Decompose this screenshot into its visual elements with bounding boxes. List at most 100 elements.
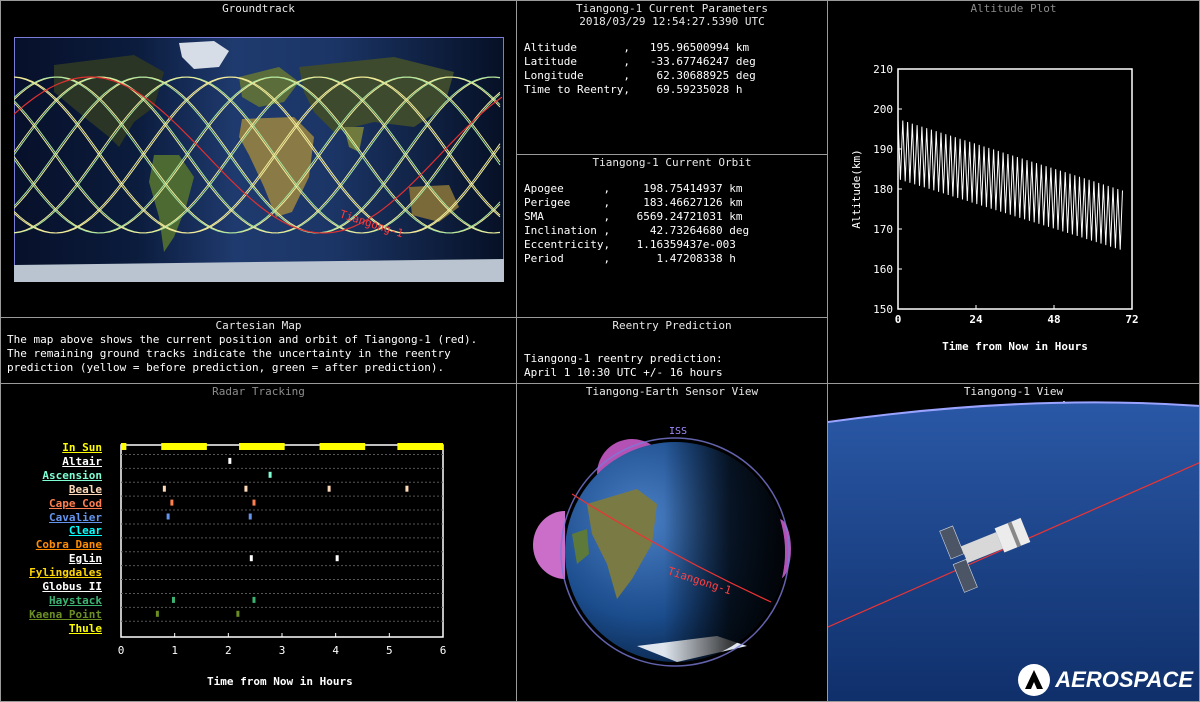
parameter-row: Time to Reentry, 69.59235028 h: [524, 83, 756, 97]
in-sun-bar: [161, 443, 207, 450]
aerospace-logo-text: AEROSPACE: [1055, 667, 1193, 692]
pass-marker: [335, 555, 339, 562]
night-side: [565, 442, 785, 662]
iss-label: ISS: [669, 426, 687, 437]
sensor-view-scene[interactable]: Tiangong-1 ISS: [517, 384, 828, 702]
groundtrack-panel: Groundtrack Tiangong-1: [0, 0, 517, 318]
x-tick-label: 0: [895, 313, 902, 326]
orbit-list: Apogee , 198.75414937 km Perigee , 183.46…: [524, 182, 749, 266]
x-axis-label: Time from Now in Hours: [207, 675, 353, 688]
x-tick-label: 1: [171, 644, 178, 657]
parameter-row: Altitude , 195.96500994 km: [524, 41, 756, 55]
parameter-label: Time to Reentry,: [524, 83, 630, 96]
radar-chart[interactable]: 0 1 2 3 4 5 6: [1, 384, 517, 702]
altitude-chart[interactable]: 210 200 190 180 170 160 1500 24 48 72 Altitude(km…: [828, 1, 1200, 384]
description-line-3: prediction (yellow = before prediction, …: [7, 361, 445, 374]
aerospace-logo: AEROSPACE: [1017, 663, 1193, 697]
pass-marker: [252, 596, 256, 603]
orbit-label: Eccentricity,: [524, 238, 611, 251]
parameter-value: -33.67746247 deg: [629, 55, 756, 68]
parameter-value: 195.96500994 km: [629, 41, 750, 54]
pass-marker: [249, 555, 253, 562]
parameter-list: Altitude , 195.96500994 km Latitude , -33…: [524, 41, 756, 97]
y-tick-label: 190: [873, 143, 893, 156]
orbit-label: Apogee ,: [524, 182, 611, 195]
sensor-view-panel: Tiangong-Earth Sensor View Tiangong-1 IS…: [516, 383, 828, 702]
plot-area: [897, 68, 1133, 310]
aerospace-logo-mark: [1018, 664, 1051, 696]
orbit-value: 1.47208338 h: [610, 252, 736, 265]
pass-marker: [170, 499, 174, 506]
altitude-plot-panel: Altitude Plot 210 200 190 180 170 160 150 0 24 48…: [827, 0, 1200, 384]
description-line-2: The remaining ground tracks indicate the…: [7, 347, 451, 360]
orbit-row: Period , 1.47208338 h: [524, 252, 749, 266]
in-sun-bar: [239, 443, 285, 450]
pass-marker: [236, 610, 240, 617]
x-tick-label: 4: [332, 644, 339, 657]
panel-title: Cartesian Map: [215, 319, 302, 332]
pass-marker: [252, 499, 256, 506]
orbit-value: 1.16359437e-003: [610, 238, 736, 251]
pass-marker: [248, 513, 252, 520]
parameter-value: 69.59235028 h: [629, 83, 743, 96]
orbit-value: 42.73264680 deg: [610, 224, 750, 237]
orbit-label: Inclination ,: [524, 224, 611, 237]
x-tick-label: 5: [386, 644, 393, 657]
pass-marker: [162, 485, 166, 492]
pass-marker: [244, 485, 248, 492]
cartesian-map-panel: Cartesian Map The map above shows the cu…: [0, 317, 517, 384]
y-tick-label: 160: [873, 263, 893, 276]
x-tick-label: 0: [118, 644, 125, 657]
orbit-row: Eccentricity, 1.16359437e-003: [524, 238, 749, 252]
orbit-label: Period ,: [524, 252, 611, 265]
x-tick-label: 72: [1125, 313, 1138, 326]
orbit-row: Perigee , 183.46627126 km: [524, 196, 749, 210]
x-tick-label: 6: [440, 644, 447, 657]
y-tick-label: 210: [873, 63, 893, 76]
x-tick-label: 3: [279, 644, 286, 657]
orbit-row: Apogee , 198.75414937 km: [524, 182, 749, 196]
current-orbit-panel: Tiangong-1 Current Orbit Apogee , 198.75…: [516, 154, 828, 318]
description-line-1: The map above shows the current position…: [7, 333, 478, 346]
sensor-cone-left: [533, 511, 565, 579]
x-tick-label: 24: [969, 313, 983, 326]
y-tick-label: 150: [873, 303, 893, 316]
orbit-value: 6569.24721031 km: [610, 210, 743, 223]
reentry-line-1: Tiangong-1 reentry prediction:: [524, 352, 723, 365]
pass-marker: [228, 457, 232, 464]
parameter-value: 62.30688925 deg: [629, 69, 756, 82]
panel-title: Tiangong-1 Current Orbit: [592, 156, 752, 169]
radar-tracking-panel: Radar Tracking In Sun Altair Ascension Beal…: [0, 383, 517, 702]
current-parameters-panel: Tiangong-1 Current Parameters 2018/03/29…: [516, 0, 828, 155]
x-tick-label: 2: [225, 644, 232, 657]
reentry-prediction-panel: Reentry Prediction Tiangong-1 reentry pr…: [516, 317, 828, 384]
pass-marker: [171, 596, 175, 603]
orbit-value: 198.75414937 km: [610, 182, 743, 195]
altitude-series: [897, 118, 1123, 250]
parameter-label: Longitude ,: [524, 69, 630, 82]
orbit-label: SMA ,: [524, 210, 611, 223]
orbit-value: 183.46627126 km: [610, 196, 743, 209]
earth-horizon: [828, 402, 1199, 701]
parameter-row: Longitude , 62.30688925 deg: [524, 69, 756, 83]
groundtrack-map[interactable]: Tiangong-1: [14, 37, 504, 282]
y-tick-label: 200: [873, 103, 893, 116]
orbit-label: Perigee ,: [524, 196, 611, 209]
y-axis-label: Altitude(km): [850, 149, 863, 228]
parameter-label: Latitude ,: [524, 55, 630, 68]
pass-marker: [155, 610, 159, 617]
reentry-line-2: April 1 10:30 UTC +/- 16 hours: [524, 366, 723, 379]
plot-area: [120, 444, 444, 638]
pass-marker: [405, 485, 409, 492]
y-tick-label: 180: [873, 183, 893, 196]
pass-marker: [268, 471, 272, 478]
y-tick-label: 170: [873, 223, 893, 236]
in-sun-bar: [397, 443, 443, 450]
panel-title: Reentry Prediction: [612, 319, 732, 332]
x-axis-label: Time from Now in Hours: [942, 340, 1088, 353]
in-sun-bar: [319, 443, 366, 450]
tiangong-scene[interactable]: [828, 384, 1200, 702]
parameter-label: Altitude ,: [524, 41, 630, 54]
tiangong-view-panel: Tiangong-1 View AEROSPACE: [827, 383, 1200, 702]
timestamp: 2018/03/29 12:54:27.5390 UTC: [579, 15, 765, 28]
